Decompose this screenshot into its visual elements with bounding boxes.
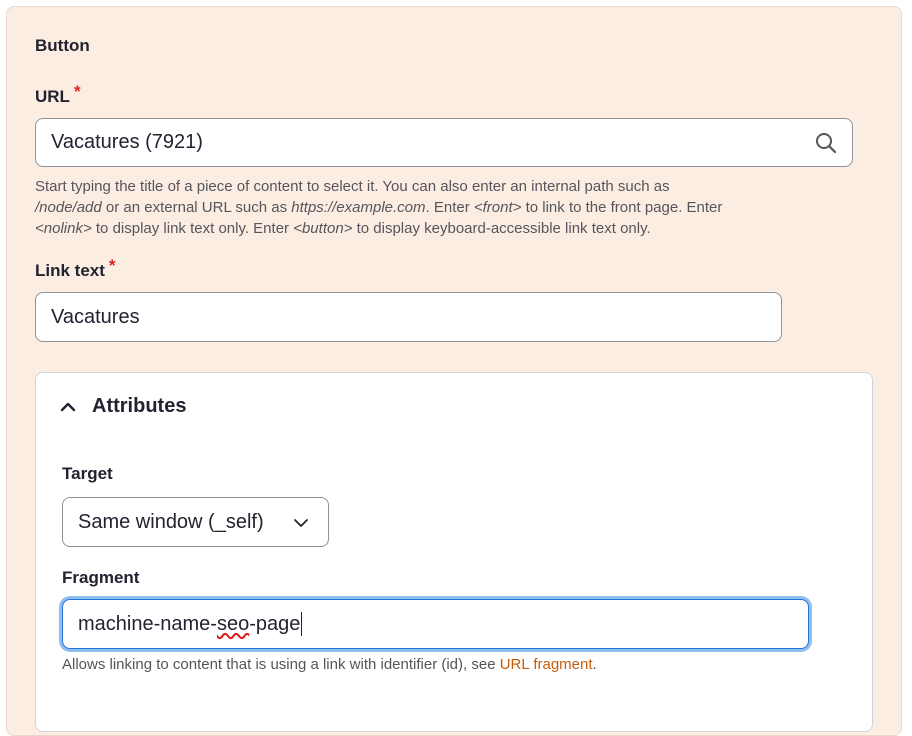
target-select[interactable]: Same window (_self) — [62, 497, 329, 547]
section-title: Button — [35, 36, 90, 55]
attributes-summary-label: Attributes — [92, 395, 187, 417]
fragment-input[interactable]: machine-name-seo-page — [62, 599, 809, 649]
url-input[interactable]: Vacatures (7921) — [35, 118, 853, 167]
url-label: URL * — [35, 82, 81, 107]
target-label: Target — [62, 464, 113, 483]
link-text-input-value: Vacatures — [51, 305, 140, 328]
url-input-value: Vacatures (7921) — [51, 131, 203, 153]
link-text-input[interactable]: Vacatures — [35, 292, 782, 342]
fragment-input-value: machine-name-seo-page — [78, 612, 301, 635]
url-help-text: Start typing the title of a piece of con… — [35, 178, 723, 237]
link-text-label: Link text * — [35, 256, 116, 281]
fragment-label: Fragment — [62, 568, 140, 587]
url-fragment-link[interactable]: URL fragment — [500, 656, 593, 673]
search-icon[interactable] — [814, 131, 838, 155]
required-mark: * — [108, 256, 116, 275]
fragment-help-text: Allows linking to content that is using … — [62, 656, 597, 673]
link-text-label-text: Link text — [35, 261, 105, 280]
misspelled-word: seo — [216, 612, 250, 635]
text-caret — [301, 612, 303, 636]
chevron-down-icon — [294, 519, 308, 527]
required-mark: * — [73, 82, 81, 101]
chevron-up-icon — [60, 402, 76, 411]
attributes-summary[interactable]: Attributes — [58, 395, 186, 418]
attributes-details: Attributes Target Same window (_self) Fr… — [35, 372, 873, 732]
url-label-text: URL — [35, 87, 70, 106]
target-select-value: Same window (_self) — [78, 510, 264, 533]
